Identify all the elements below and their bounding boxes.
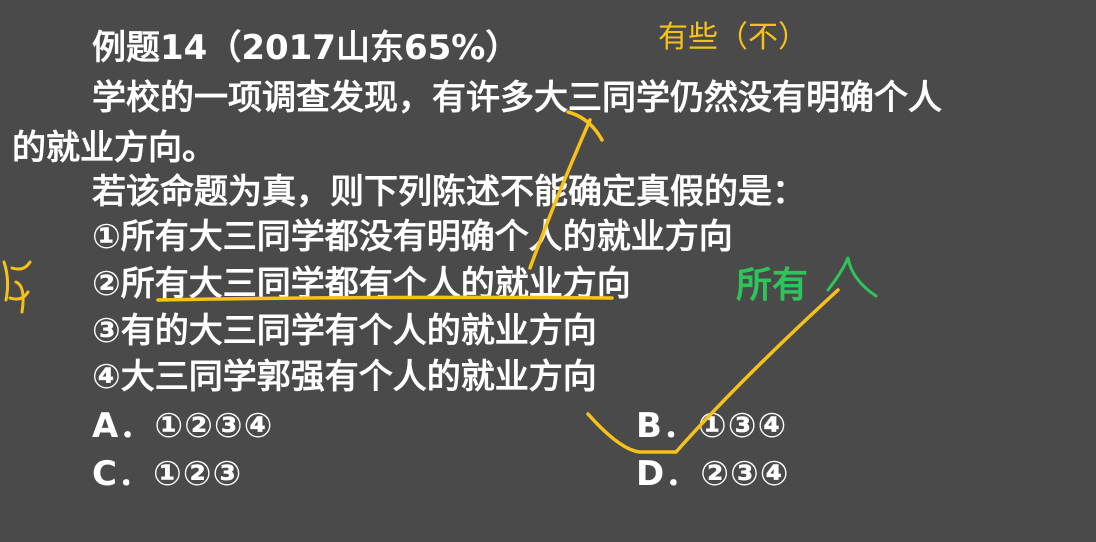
choice-a: A．①②③④ xyxy=(92,406,274,446)
annotation-side-note: 所有 xyxy=(736,265,809,306)
question-title: 例题14（2017山东65%） xyxy=(92,28,520,68)
choice-d: D．②③④ xyxy=(636,454,790,494)
stem-line-2: 的就业方向。 xyxy=(12,128,216,168)
statement-2: ②所有大三同学都有个人的就业方向 xyxy=(92,264,631,304)
left-scribble xyxy=(2,260,32,314)
stem-line-1: 学校的一项调查发现，有许多大三同学仍然没有明确个人 xyxy=(92,78,942,118)
question-prompt: 若该命题为真，则下列陈述不能确定真假的是： xyxy=(92,172,806,212)
statement-4: ④大三同学郭强有个人的就业方向 xyxy=(92,357,597,397)
lecture-slide: 例题14（2017山东65%） 学校的一项调查发现，有许多大三同学仍然没有明确个… xyxy=(0,0,1096,542)
choice-b: B．①③④ xyxy=(636,406,788,446)
choice-c: C．①②③ xyxy=(92,454,243,494)
statement-1: ①所有大三同学都没有明确个人的就业方向 xyxy=(92,217,733,257)
green-person-mark xyxy=(826,256,878,298)
statement-3: ③有的大三同学有个人的就业方向 xyxy=(92,311,597,351)
annotation-top-note: 有些（不） xyxy=(658,20,808,55)
